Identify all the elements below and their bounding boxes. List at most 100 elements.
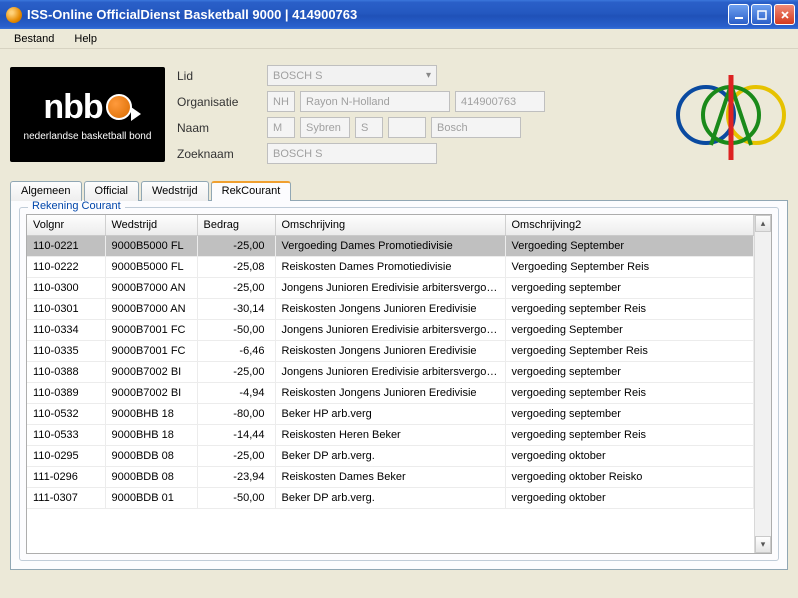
- table-row[interactable]: 110-03349000B7001 FC-50,00Jongens Junior…: [27, 319, 754, 340]
- header: nbb nederlandse basketball bond Lid BOSC…: [0, 49, 798, 180]
- scrollbar-vertical[interactable]: ▴ ▾: [754, 215, 771, 553]
- cell-bedrag: -50,00: [197, 319, 275, 340]
- table-row[interactable]: 110-02229000B5000 FL-25,08Reiskosten Dam…: [27, 256, 754, 277]
- iss-logo: [673, 57, 788, 172]
- org-name-field[interactable]: [300, 91, 450, 112]
- cell-wedstrijd: 9000B7002 BI: [105, 361, 197, 382]
- scroll-down-icon[interactable]: ▾: [755, 536, 771, 553]
- tab-official[interactable]: Official: [84, 181, 139, 201]
- menu-help[interactable]: Help: [66, 31, 105, 47]
- label-organisatie: Organisatie: [177, 95, 267, 109]
- naam-mid-field[interactable]: [388, 117, 426, 138]
- minimize-button[interactable]: [728, 4, 749, 25]
- cell-oms2: vergoeding september: [505, 403, 754, 424]
- cell-oms: Reiskosten Jongens Junioren Eredivisie: [275, 298, 505, 319]
- cell-wedstrijd: 9000BDB 08: [105, 466, 197, 487]
- col-wedstrijd[interactable]: Wedstrijd: [105, 215, 197, 235]
- scroll-up-icon[interactable]: ▴: [755, 215, 771, 232]
- tab-rekcourant[interactable]: RekCourant: [211, 181, 292, 201]
- cell-oms: Jongens Junioren Eredivisie arbitersverg…: [275, 277, 505, 298]
- org-id-field[interactable]: [455, 91, 545, 112]
- table-row[interactable]: 110-03899000B7002 BI-4,94Reiskosten Jong…: [27, 382, 754, 403]
- col-bedrag[interactable]: Bedrag: [197, 215, 275, 235]
- groupbox-title: Rekening Courant: [28, 200, 125, 212]
- table-row[interactable]: 110-03889000B7002 BI-25,00Jongens Junior…: [27, 361, 754, 382]
- cell-volgnr: 110-0300: [27, 277, 105, 298]
- cell-volgnr: 110-0532: [27, 403, 105, 424]
- cell-oms: Beker HP arb.verg: [275, 403, 505, 424]
- cell-oms: Jongens Junioren Eredivisie arbitersverg…: [275, 319, 505, 340]
- table-row[interactable]: 110-02219000B5000 FL-25,00Vergoeding Dam…: [27, 235, 754, 256]
- cell-volgnr: 110-0334: [27, 319, 105, 340]
- cell-volgnr: 111-0307: [27, 487, 105, 508]
- label-naam: Naam: [177, 121, 267, 135]
- table-row[interactable]: 110-03019000B7000 AN-30,14Reiskosten Jon…: [27, 298, 754, 319]
- cell-bedrag: -23,94: [197, 466, 275, 487]
- cell-oms2: vergoeding september: [505, 361, 754, 382]
- cell-oms: Reiskosten Dames Promotiedivisie: [275, 256, 505, 277]
- naam-last-field[interactable]: [431, 117, 521, 138]
- cell-bedrag: -4,94: [197, 382, 275, 403]
- cell-bedrag: -6,46: [197, 340, 275, 361]
- lid-combo[interactable]: BOSCH S ▾: [267, 65, 437, 86]
- table-header-row: Volgnr Wedstrijd Bedrag Omschrijving Oms…: [27, 215, 754, 235]
- cell-oms2: vergoeding September: [505, 319, 754, 340]
- cell-oms2: vergoeding september Reis: [505, 424, 754, 445]
- tabstrip: Algemeen Official Wedstrijd RekCourant: [0, 181, 798, 201]
- cell-bedrag: -14,44: [197, 424, 275, 445]
- menubar: Bestand Help: [0, 29, 798, 49]
- scroll-track[interactable]: [755, 232, 771, 536]
- col-oms2[interactable]: Omschrijving2: [505, 215, 754, 235]
- org-code-field[interactable]: [267, 91, 295, 112]
- naam-prefix-field[interactable]: [267, 117, 295, 138]
- lid-value: BOSCH S: [273, 70, 323, 82]
- table-row[interactable]: 110-05339000BHB 18-14,44Reiskosten Heren…: [27, 424, 754, 445]
- cell-oms2: vergoeding september Reis: [505, 298, 754, 319]
- label-zoeknaam: Zoeknaam: [177, 147, 267, 161]
- tab-algemeen[interactable]: Algemeen: [10, 181, 82, 201]
- close-button[interactable]: [774, 4, 795, 25]
- table-row[interactable]: 111-02969000BDB 08-23,94Reiskosten Dames…: [27, 466, 754, 487]
- cell-bedrag: -25,00: [197, 235, 275, 256]
- titlebar: ISS-Online OfficialDienst Basketball 900…: [0, 0, 798, 29]
- groupbox-rekening: Rekening Courant Volgnr Wedstrijd Bedrag…: [19, 207, 779, 561]
- table-row[interactable]: 110-02959000BDB 08-25,00Beker DP arb.ver…: [27, 445, 754, 466]
- naam-first-field[interactable]: [300, 117, 350, 138]
- cell-bedrag: -25,00: [197, 361, 275, 382]
- cell-wedstrijd: 9000B5000 FL: [105, 235, 197, 256]
- cell-wedstrijd: 9000B7000 AN: [105, 277, 197, 298]
- cell-oms2: vergoeding oktober: [505, 487, 754, 508]
- col-oms[interactable]: Omschrijving: [275, 215, 505, 235]
- cell-oms2: vergoeding september: [505, 277, 754, 298]
- tab-wedstrijd[interactable]: Wedstrijd: [141, 181, 209, 201]
- cell-oms2: vergoeding September Reis: [505, 340, 754, 361]
- cell-wedstrijd: 9000B7001 FC: [105, 340, 197, 361]
- table-row[interactable]: 111-03079000BDB 01-50,00Beker DP arb.ver…: [27, 487, 754, 508]
- logo-main: nbb: [43, 88, 102, 127]
- cell-oms: Jongens Junioren Eredivisie arbitersverg…: [275, 361, 505, 382]
- content-frame: Rekening Courant Volgnr Wedstrijd Bedrag…: [10, 200, 788, 570]
- maximize-button[interactable]: [751, 4, 772, 25]
- col-volgnr[interactable]: Volgnr: [27, 215, 105, 235]
- cell-wedstrijd: 9000BDB 01: [105, 487, 197, 508]
- menu-bestand[interactable]: Bestand: [6, 31, 62, 47]
- cell-oms: Vergoeding Dames Promotiedivisie: [275, 235, 505, 256]
- cell-volgnr: 110-0295: [27, 445, 105, 466]
- arrow-icon: [131, 107, 141, 121]
- cell-wedstrijd: 9000BHB 18: [105, 424, 197, 445]
- cell-volgnr: 110-0222: [27, 256, 105, 277]
- zoeknaam-field[interactable]: [267, 143, 437, 164]
- rekcourant-table: Volgnr Wedstrijd Bedrag Omschrijving Oms…: [27, 215, 754, 509]
- table-wrap: Volgnr Wedstrijd Bedrag Omschrijving Oms…: [26, 214, 772, 554]
- cell-oms2: vergoeding september Reis: [505, 382, 754, 403]
- cell-wedstrijd: 9000BHB 18: [105, 403, 197, 424]
- table-row[interactable]: 110-03009000B7000 AN-25,00Jongens Junior…: [27, 277, 754, 298]
- naam-initial-field[interactable]: [355, 117, 383, 138]
- cell-oms: Reiskosten Heren Beker: [275, 424, 505, 445]
- cell-bedrag: -25,00: [197, 445, 275, 466]
- cell-bedrag: -25,08: [197, 256, 275, 277]
- app-icon: [6, 7, 22, 23]
- table-row[interactable]: 110-03359000B7001 FC-6,46Reiskosten Jong…: [27, 340, 754, 361]
- nbb-logo: nbb nederlandse basketball bond: [10, 67, 165, 162]
- table-row[interactable]: 110-05329000BHB 18-80,00Beker HP arb.ver…: [27, 403, 754, 424]
